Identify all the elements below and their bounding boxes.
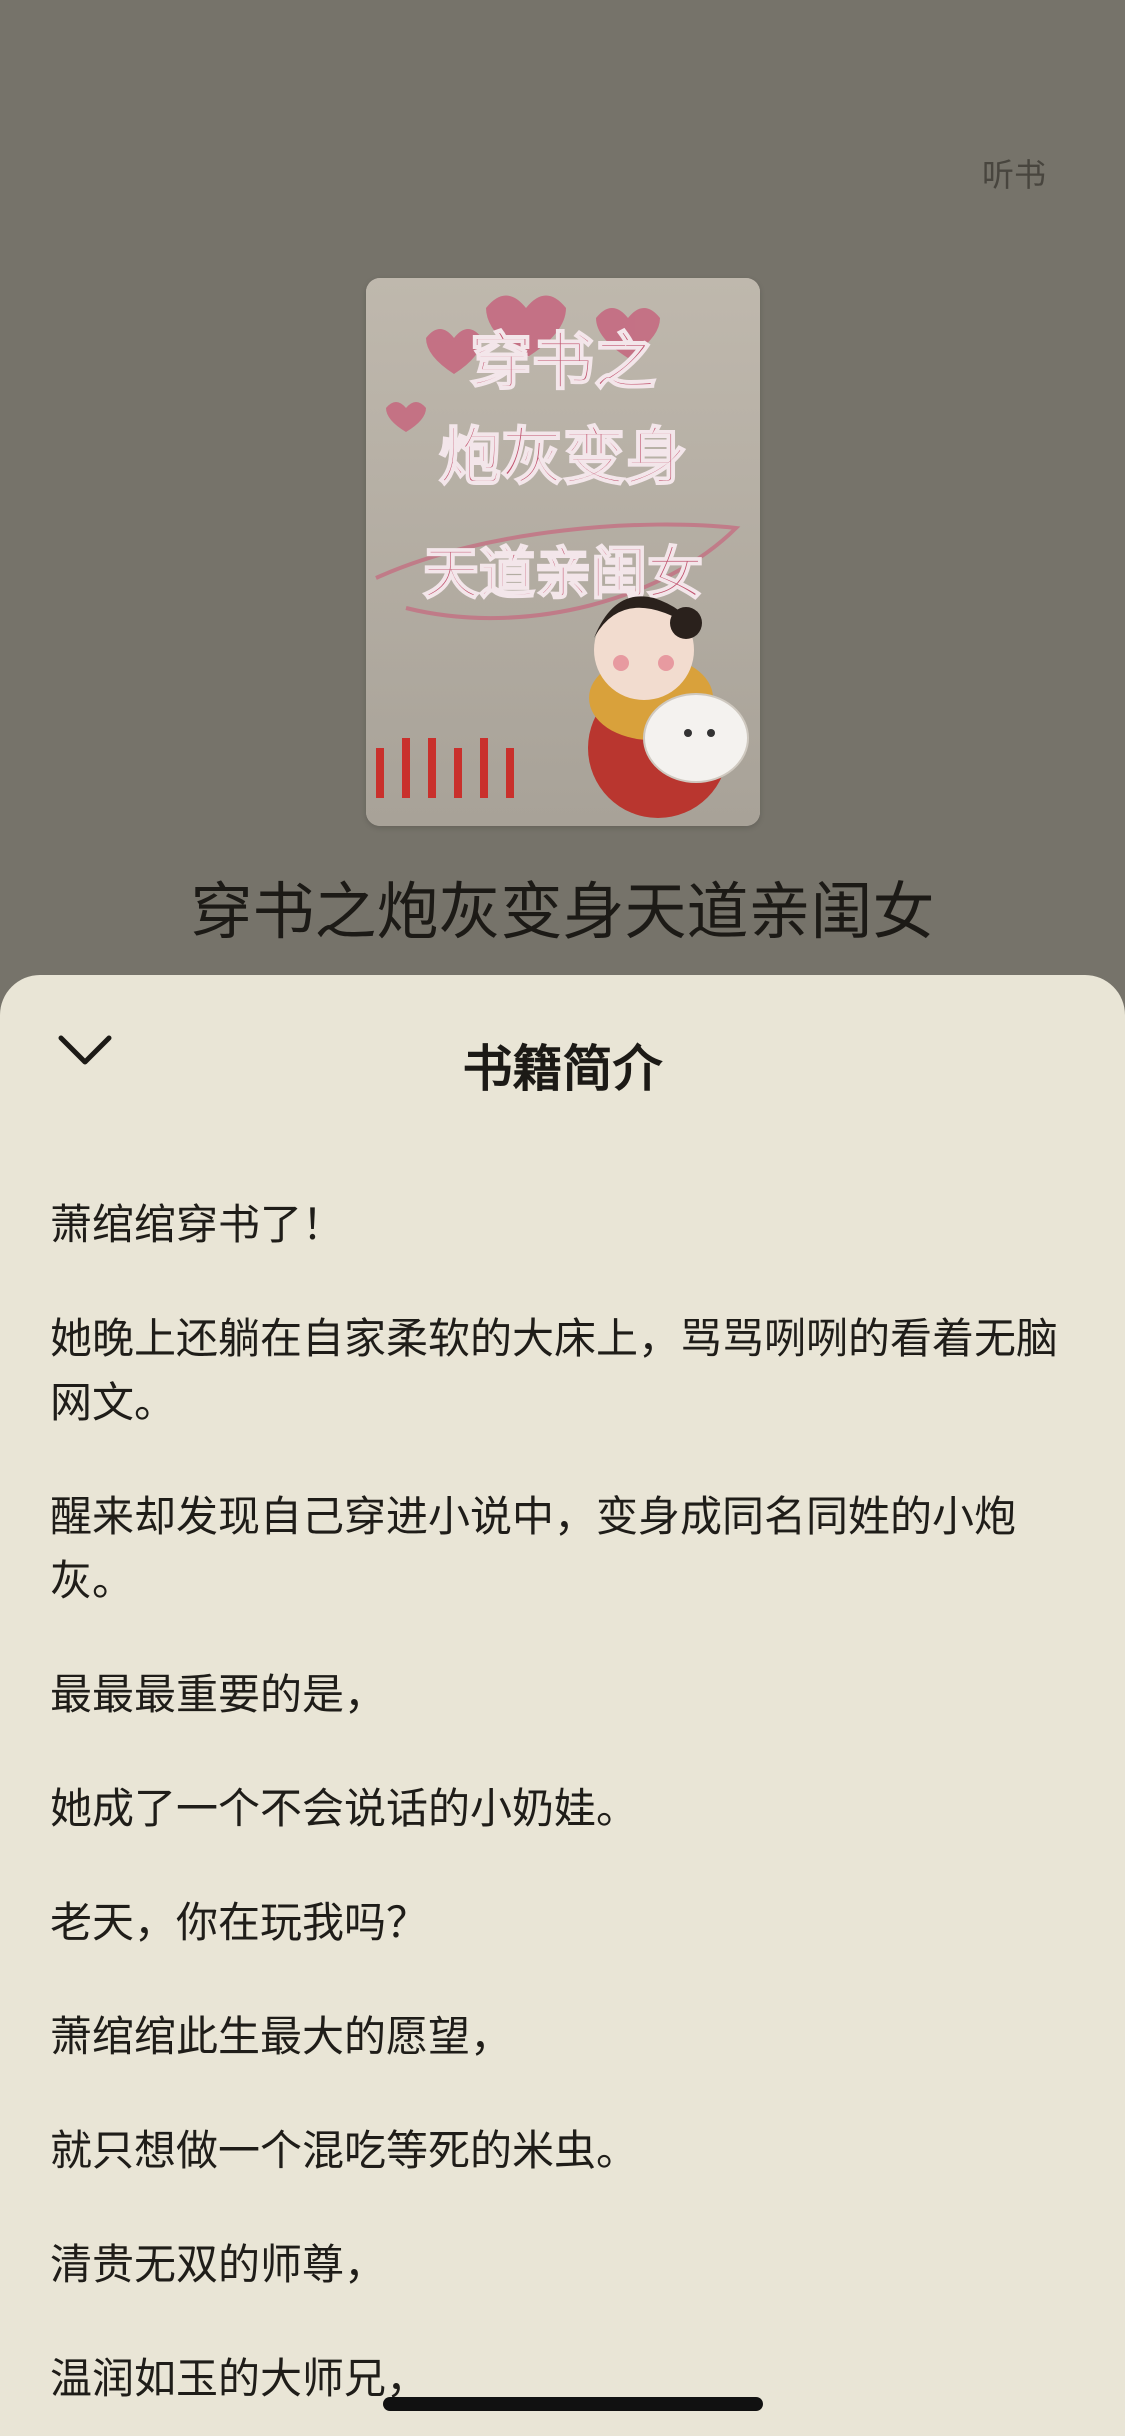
cover-text-line3: 天道亲闺女 — [423, 542, 703, 607]
intro-paragraph: 萧绾绾此生最大的愿望， — [50, 2012, 513, 2061]
home-indicator[interactable] — [383, 2397, 763, 2411]
intro-paragraph: 醒来却发现自己穿进小说中，变身成同名同姓的小炮灰。 — [50, 1492, 1017, 1605]
intro-paragraph: 清贵无双的师尊， — [50, 2240, 387, 2289]
intro-text: 萧绾绾穿书了！ 她晚上还躺在自家柔软的大床上，骂骂咧咧的看着无脑网文。 醒来却发… — [50, 1193, 1075, 2436]
book-intro-sheet: 书籍简介 萧绾绾穿书了！ 她晚上还躺在自家柔软的大床上，骂骂咧咧的看着无脑网文。… — [0, 975, 1125, 2436]
sheet-title: 书籍简介 — [462, 1040, 663, 1098]
intro-paragraph: 她成了一个不会说话的小奶娃。 — [50, 1784, 639, 1833]
cover-text-line1: 穿书之 — [470, 325, 656, 398]
book-detail-screen: 听书 穿书之 炮灰变身 天道亲闺女 穿书之炮灰变身天道亲闺女 书籍简介 萧绾绾穿… — [0, 0, 1125, 2436]
listen-button[interactable]: 听书 — [982, 150, 1046, 196]
cover-text-line2: 炮灰变身 — [439, 420, 687, 493]
book-cover[interactable]: 穿书之 炮灰变身 天道亲闺女 — [366, 278, 760, 826]
intro-paragraph: 最最最重要的是， — [50, 1670, 387, 1719]
intro-paragraph: 萧绾绾穿书了！ — [50, 1200, 345, 1249]
intro-paragraph: 老天，你在玩我吗？ — [50, 1898, 429, 1947]
intro-paragraph: 就只想做一个混吃等死的米虫。 — [50, 2126, 639, 2175]
book-title: 穿书之炮灰变身天道亲闺女 — [190, 875, 935, 948]
intro-paragraph: 她晚上还躺在自家柔软的大床上，骂骂咧咧的看着无脑网文。 — [50, 1314, 1059, 1427]
cover-artwork: 穿书之 炮灰变身 天道亲闺女 — [366, 278, 760, 826]
